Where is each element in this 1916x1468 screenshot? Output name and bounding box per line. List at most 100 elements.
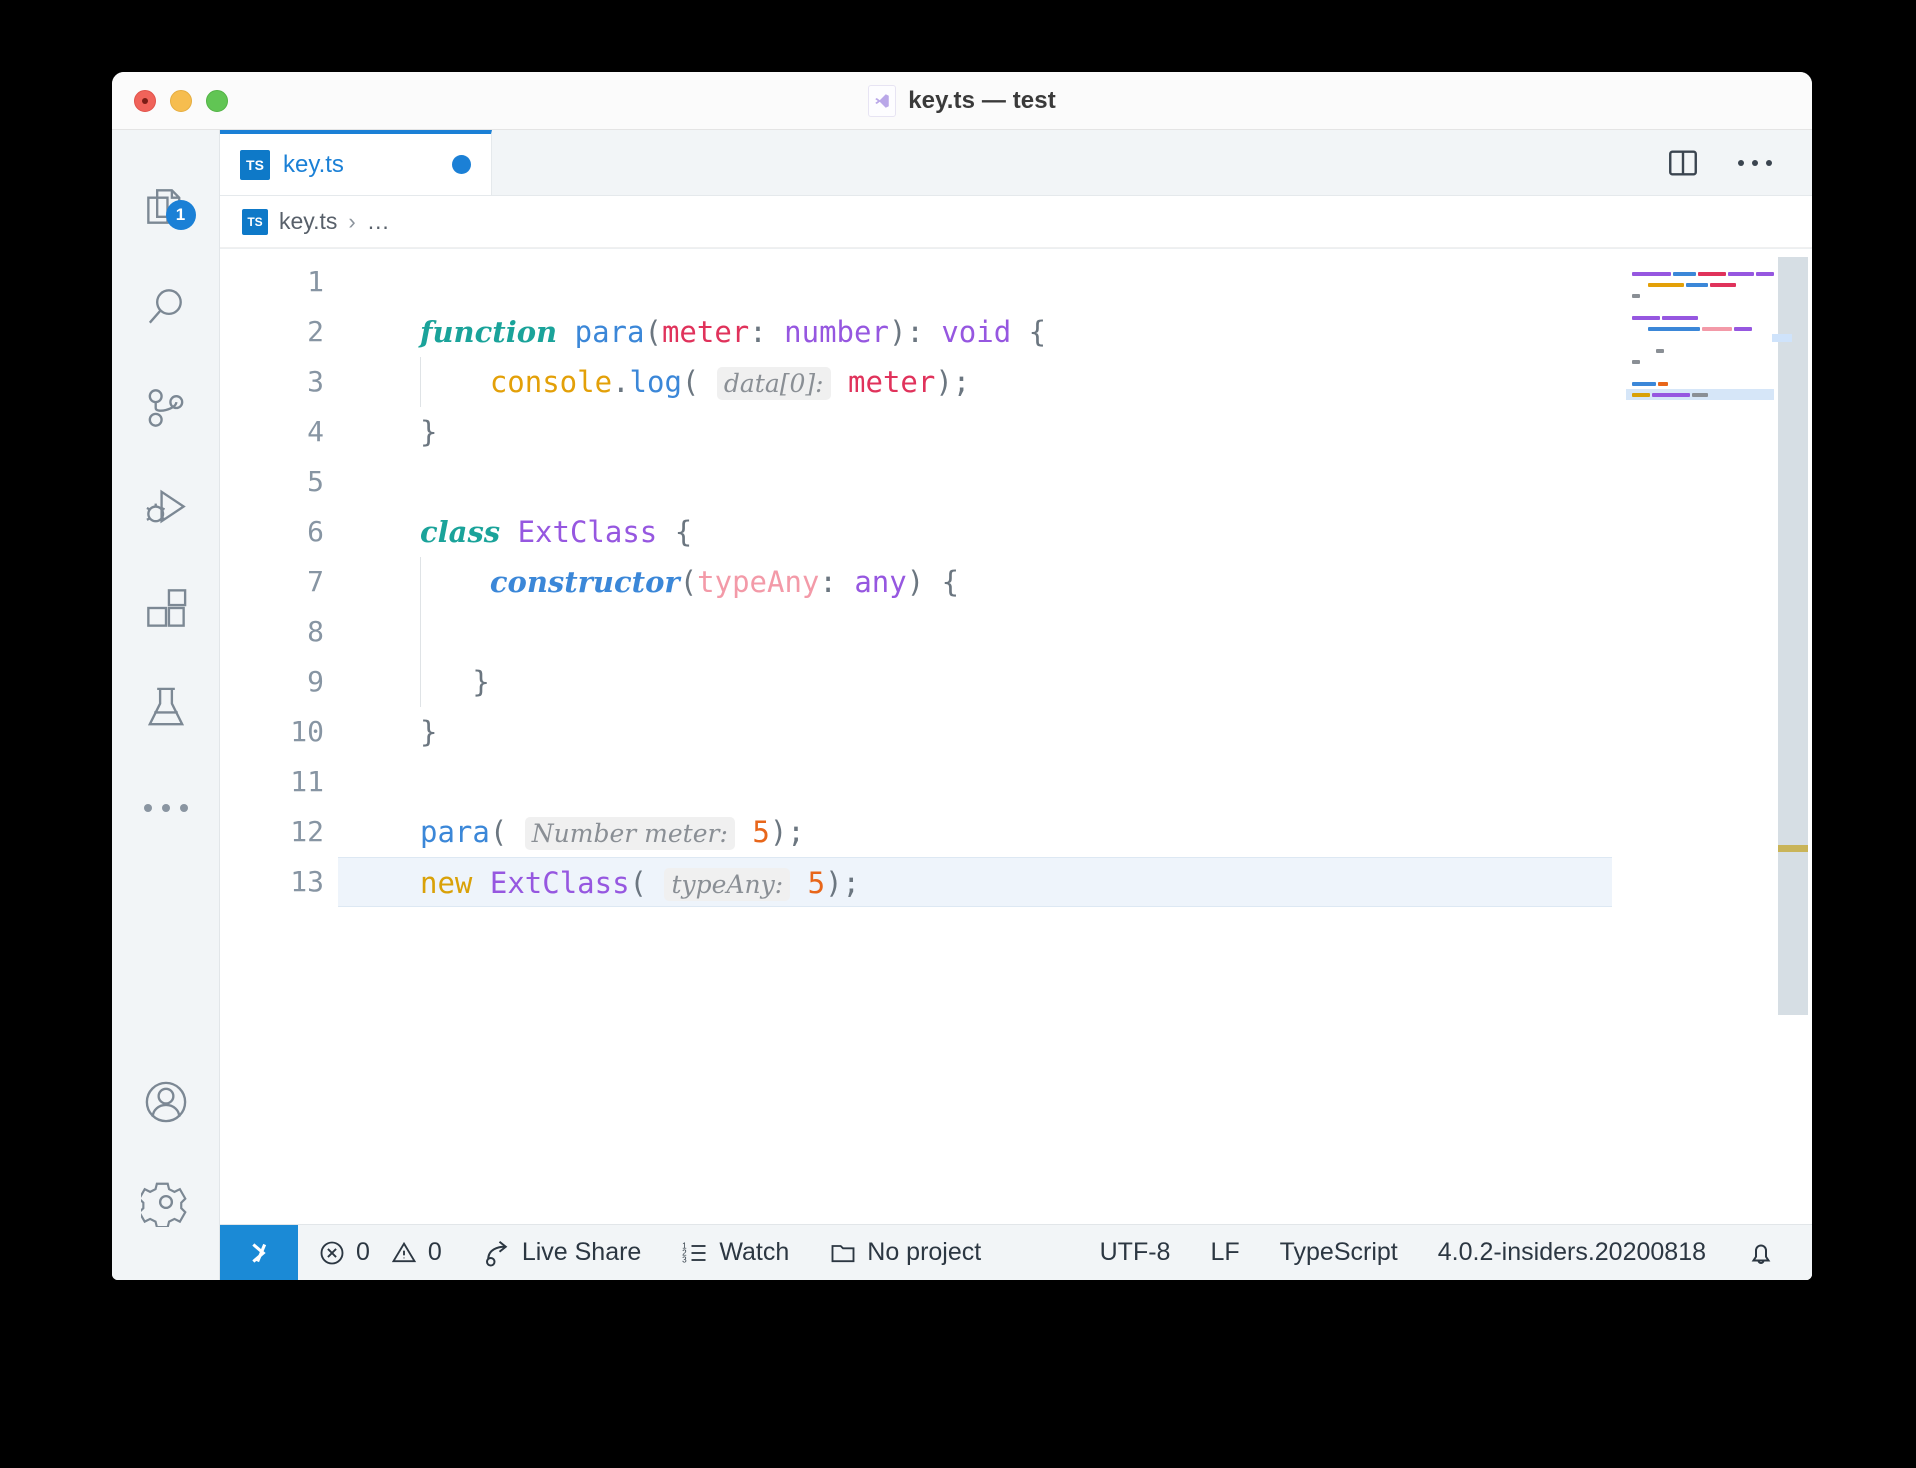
live-share-label: Live Share <box>522 1238 642 1267</box>
code-token: } <box>420 715 437 749</box>
code-line[interactable]: } <box>338 707 1612 757</box>
line-number: 6 <box>220 507 338 557</box>
editor-area: TS key.ts <box>220 130 1812 1280</box>
traffic-lights <box>134 90 228 112</box>
scrollbar-slider[interactable] <box>1778 257 1808 1015</box>
remote-indicator-button[interactable] <box>220 1225 298 1280</box>
code-token: typeAny <box>697 565 819 599</box>
code-line[interactable] <box>338 607 1612 657</box>
sidebar-item-testing[interactable] <box>112 658 220 758</box>
window-title: key.ts — test <box>908 87 1056 115</box>
code-line[interactable]: class ExtClass { <box>338 507 1612 557</box>
status-ts-version[interactable]: 4.0.2-insiders.20200818 <box>1418 1238 1726 1267</box>
code-line[interactable]: } <box>338 657 1612 707</box>
code-line[interactable]: constructor(typeAny: any) { <box>338 557 1612 607</box>
sidebar-item-extensions[interactable] <box>112 558 220 658</box>
code-token: meter <box>662 315 749 349</box>
status-encoding[interactable]: UTF-8 <box>1080 1238 1191 1267</box>
sidebar-item-run-and-debug[interactable] <box>112 458 220 558</box>
code-token: . <box>612 365 629 399</box>
code-token: class <box>420 515 500 549</box>
sidebar-item-additional-views[interactable] <box>112 758 220 858</box>
code-token: 5 <box>808 866 825 900</box>
line-number: 7 <box>220 557 338 607</box>
code-token <box>472 866 489 900</box>
manage-settings-button[interactable] <box>112 1152 220 1252</box>
error-count: 0 <box>356 1238 370 1267</box>
code-token: { <box>1011 315 1046 349</box>
dirty-indicator-icon[interactable] <box>452 155 471 174</box>
code-line[interactable]: } <box>338 407 1612 457</box>
project-label: No project <box>867 1238 981 1267</box>
code-line[interactable] <box>338 457 1612 507</box>
code-token: ( <box>644 315 661 349</box>
code-token: ); <box>770 815 805 849</box>
code-token: ): <box>889 315 941 349</box>
minimap-line <box>1626 389 1774 400</box>
code-token: number <box>784 315 889 349</box>
typescript-icon: TS <box>240 150 270 180</box>
zoom-window-button[interactable] <box>206 90 228 112</box>
breadcrumb-overflow[interactable]: … <box>367 208 390 235</box>
line-number: 3 <box>220 357 338 407</box>
warning-icon <box>390 1239 418 1267</box>
code-token: any <box>854 565 906 599</box>
live-share-icon <box>482 1238 512 1268</box>
account-icon <box>141 1077 191 1127</box>
minimap-line <box>1626 290 1774 301</box>
window-title-group: key.ts — test <box>112 72 1812 129</box>
tab-key-ts[interactable]: TS key.ts <box>220 130 492 195</box>
beaker-icon <box>141 683 191 733</box>
code-token: ) { <box>907 565 959 599</box>
code-line[interactable]: new ExtClass( typeAny: 5); <box>338 857 1612 907</box>
code-line[interactable]: para( Number meter: 5); <box>338 807 1612 857</box>
code-line[interactable] <box>338 257 1612 307</box>
minimap[interactable] <box>1626 249 1774 1224</box>
status-project[interactable]: No project <box>809 1225 1001 1280</box>
code-token: console <box>490 365 612 399</box>
status-watch[interactable]: 1 2 3 Watch <box>661 1225 809 1280</box>
code-token: ( <box>682 365 699 399</box>
line-number: 2 <box>220 307 338 357</box>
line-number-gutter: 12345678910111213 <box>220 249 338 907</box>
code-line[interactable] <box>338 757 1612 807</box>
code-token: meter <box>848 365 935 399</box>
status-eol[interactable]: LF <box>1190 1238 1259 1267</box>
breadcrumb: TS key.ts › … <box>220 196 1812 248</box>
line-number: 10 <box>220 707 338 757</box>
split-editor-button[interactable] <box>1666 146 1700 180</box>
code-lines[interactable]: function para(meter: number): void { con… <box>338 249 1612 907</box>
line-number: 8 <box>220 607 338 657</box>
code-token <box>735 815 752 849</box>
minimap-line <box>1626 279 1774 290</box>
code-token <box>420 565 490 599</box>
minimize-window-button[interactable] <box>170 90 192 112</box>
code-token: new <box>420 866 472 900</box>
line-number: 11 <box>220 757 338 807</box>
code-token <box>557 315 574 349</box>
status-language-mode[interactable]: TypeScript <box>1260 1238 1418 1267</box>
status-notifications[interactable] <box>1726 1238 1796 1268</box>
status-problems[interactable]: 0 0 <box>298 1225 462 1280</box>
breadcrumb-typescript-icon: TS <box>242 209 268 235</box>
close-window-button[interactable] <box>134 90 156 112</box>
code-token <box>647 866 664 900</box>
accounts-button[interactable] <box>112 1052 220 1152</box>
editor-more-actions-button[interactable] <box>1738 160 1772 166</box>
activity-bar-bottom <box>112 1052 220 1280</box>
code-editor[interactable]: 12345678910111213 function para(meter: n… <box>220 248 1812 1224</box>
editor-scrollbar[interactable] <box>1778 249 1808 1224</box>
code-token <box>420 365 490 399</box>
sidebar-item-search[interactable] <box>112 258 220 358</box>
status-live-share[interactable]: Live Share <box>462 1225 662 1280</box>
gear-icon <box>141 1177 191 1227</box>
watch-list-icon: 1 2 3 <box>681 1239 709 1267</box>
code-line[interactable]: console.log( data[0]: meter); <box>338 357 1612 407</box>
sidebar-item-source-control[interactable] <box>112 358 220 458</box>
minimap-line <box>1626 257 1774 268</box>
minimap-line <box>1626 312 1774 323</box>
code-line[interactable]: function para(meter: number): void { <box>338 307 1612 357</box>
breadcrumb-file[interactable]: key.ts <box>279 208 337 235</box>
sidebar-item-explorer[interactable]: 1 <box>112 158 220 258</box>
source-control-icon <box>141 383 191 433</box>
